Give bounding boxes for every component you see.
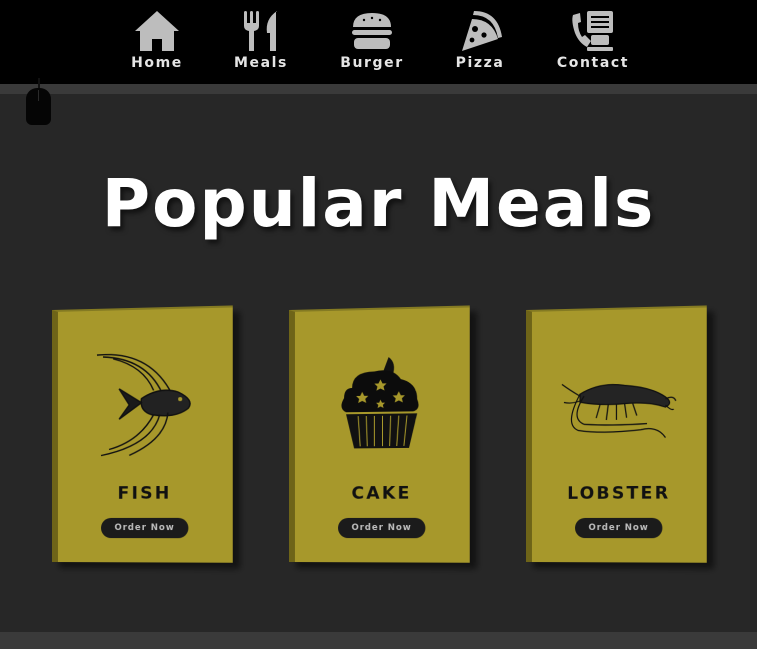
page-title: Popular Meals (101, 165, 656, 242)
nav-label-home: Home (131, 55, 183, 71)
footer-strip (0, 632, 757, 649)
order-now-button[interactable]: Order Now (575, 517, 663, 539)
home-icon (135, 11, 179, 51)
navbar: Home Meals Burger Pizza Contact (0, 0, 757, 84)
meal-card-fish: FISH Order Now (52, 305, 233, 563)
fork-knife-icon (244, 11, 277, 51)
card-title: CAKE (351, 483, 412, 504)
card-title: LOBSTER (567, 483, 671, 504)
order-now-button[interactable]: Order Now (338, 517, 426, 539)
order-now-button[interactable]: Order Now (101, 517, 189, 539)
nav-item-contact[interactable]: Contact (548, 8, 638, 74)
meal-card-lobster: LOBSTER Order Now (526, 305, 707, 563)
lobster-icon (560, 362, 678, 445)
navbar-divider (0, 84, 757, 94)
nav-item-meals[interactable]: Meals (226, 8, 296, 74)
burger-icon (352, 13, 392, 49)
pizza-icon (462, 11, 502, 51)
card-title: FISH (117, 483, 172, 504)
nav-label-burger: Burger (340, 55, 404, 71)
nav-item-burger[interactable]: Burger (334, 8, 410, 74)
phone-icon (572, 11, 613, 51)
nav-label-meals: Meals (233, 55, 288, 71)
nav-label-contact: Contact (556, 55, 630, 71)
fish-icon (89, 347, 201, 460)
nav-label-pizza: Pizza (455, 55, 505, 71)
nav-item-home[interactable]: Home (121, 8, 193, 74)
nav-item-pizza[interactable]: Pizza (448, 8, 512, 74)
cupcake-icon (341, 356, 419, 449)
mouse-icon (26, 88, 51, 125)
meal-card-cake: CAKE Order Now (289, 305, 470, 563)
